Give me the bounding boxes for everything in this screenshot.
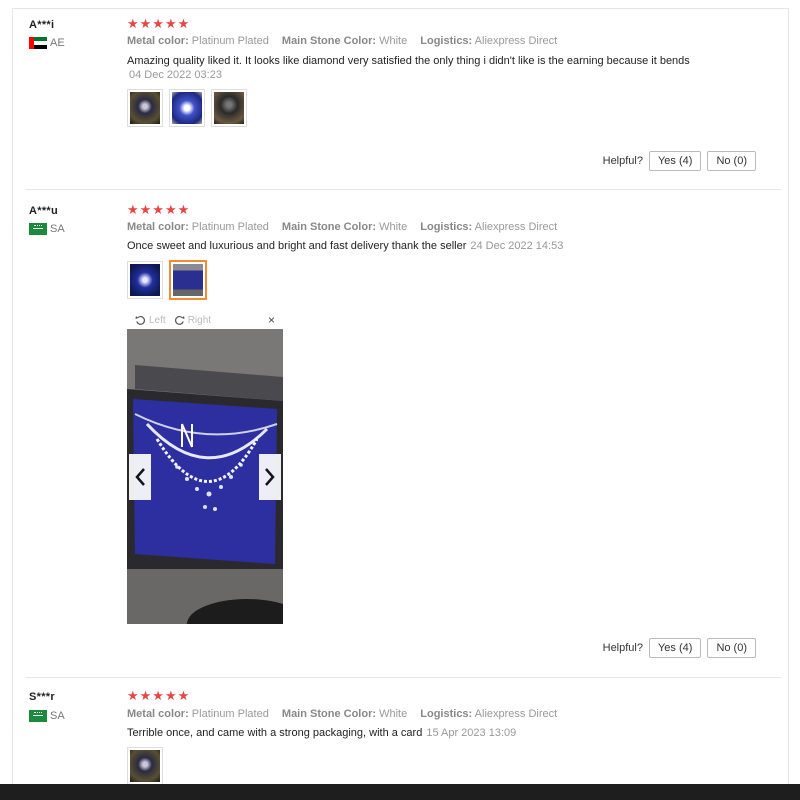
review-date: 24 Dec 2022 14:53: [470, 240, 564, 252]
previous-photo-button[interactable]: [129, 454, 151, 500]
metal-color-label: Metal color:: [127, 35, 189, 47]
stone-color-label: Main Stone Color:: [281, 35, 377, 47]
stone-color-value: White: [379, 35, 408, 47]
viewer-photo: [127, 329, 283, 624]
reviewer-name: S***r: [29, 691, 55, 703]
metal-color-value: Platinum Plated: [191, 35, 269, 47]
rotate-right-label: Right: [187, 314, 212, 326]
rotate-right-icon: [174, 315, 185, 325]
review-text: Once sweet and luxurious and bright and …: [127, 240, 467, 252]
review-text: Amazing quality liked it. It looks like …: [127, 55, 690, 67]
rating-stars: ★★★★★: [127, 688, 191, 703]
reviews-panel: A***i AE ★★★★★ Metal color: Platinum Pla…: [12, 8, 789, 799]
review-divider: [25, 189, 781, 190]
rotate-left-button[interactable]: Left: [135, 315, 166, 326]
helpful-no-button[interactable]: No (0): [707, 638, 756, 658]
helpful-label: Helpful?: [602, 642, 643, 654]
rotate-left-label: Left: [149, 314, 166, 326]
review-text-line: Terrible once, and came with a strong pa…: [127, 727, 516, 739]
metal-color-value: Platinum Plated: [191, 708, 269, 720]
helpful-vote: Helpful? Yes (4) No (0): [603, 151, 756, 171]
logistics-label: Logistics:: [420, 221, 473, 233]
helpful-no-button[interactable]: No (0): [707, 151, 756, 171]
metal-color-label: Metal color:: [127, 221, 189, 233]
sku-info: Metal color: Platinum Plated Main Stone …: [127, 221, 557, 233]
review-date: 04 Dec 2022 03:23: [129, 69, 222, 81]
review-divider: [25, 677, 781, 678]
chevron-left-icon: [135, 468, 145, 486]
review-photos: [127, 747, 163, 785]
review-photo-thumb[interactable]: [127, 747, 163, 785]
helpful-yes-button[interactable]: Yes (4): [648, 151, 702, 171]
chevron-right-icon: [265, 468, 275, 486]
next-photo-button[interactable]: [259, 454, 281, 500]
viewer-toolbar: Left Right ×: [127, 312, 283, 328]
review-photo-thumb[interactable]: [127, 261, 163, 299]
review-text-line: Once sweet and luxurious and bright and …: [127, 240, 563, 252]
rotate-left-icon: [135, 315, 145, 325]
helpful-label: Helpful?: [602, 155, 643, 167]
logistics-label: Logistics:: [420, 35, 473, 47]
reviewer-country: SA: [29, 710, 65, 722]
reviewer-name: A***i: [29, 19, 55, 31]
stone-color-value: White: [379, 221, 408, 233]
logistics-value: Aliexpress Direct: [474, 221, 558, 233]
helpful-vote: Helpful? Yes (4) No (0): [603, 638, 756, 658]
logistics-label: Logistics:: [420, 708, 473, 720]
logistics-value: Aliexpress Direct: [474, 35, 558, 47]
review-date: 15 Apr 2023 13:09: [426, 727, 517, 739]
reviewer-country: SA: [29, 223, 65, 235]
review-photo-thumb-active[interactable]: [169, 260, 207, 300]
rotate-right-button[interactable]: Right: [174, 315, 211, 326]
review-photo-thumb[interactable]: [127, 89, 163, 127]
flag-icon: [29, 37, 47, 49]
metal-color-label: Metal color:: [127, 708, 189, 720]
close-icon[interactable]: ×: [268, 313, 275, 327]
flag-icon: [29, 223, 47, 235]
country-code: SA: [50, 223, 65, 235]
stone-color-value: White: [379, 708, 408, 720]
rating-stars: ★★★★★: [127, 202, 191, 217]
country-code: SA: [50, 710, 65, 722]
country-code: AE: [50, 37, 65, 49]
metal-color-value: Platinum Plated: [191, 221, 269, 233]
sku-info: Metal color: Platinum Plated Main Stone …: [127, 708, 557, 720]
review-photo-thumb[interactable]: [169, 89, 205, 127]
review-photos: [127, 260, 207, 300]
reviewer-country: AE: [29, 37, 65, 49]
review-photos: [127, 89, 247, 127]
logistics-value: Aliexpress Direct: [474, 708, 558, 720]
review-text: Terrible once, and came with a strong pa…: [127, 727, 423, 739]
stone-color-label: Main Stone Color:: [281, 221, 377, 233]
review-photo-thumb[interactable]: [211, 89, 247, 127]
stone-color-label: Main Stone Color:: [281, 708, 377, 720]
photo-viewer: Left Right ×: [127, 312, 283, 624]
flag-icon: [29, 710, 47, 722]
bottom-bar: [0, 784, 800, 800]
rating-stars: ★★★★★: [127, 16, 191, 31]
reviewer-name: A***u: [29, 205, 59, 217]
helpful-yes-button[interactable]: Yes (4): [648, 638, 702, 658]
sku-info: Metal color: Platinum Plated Main Stone …: [127, 35, 557, 47]
